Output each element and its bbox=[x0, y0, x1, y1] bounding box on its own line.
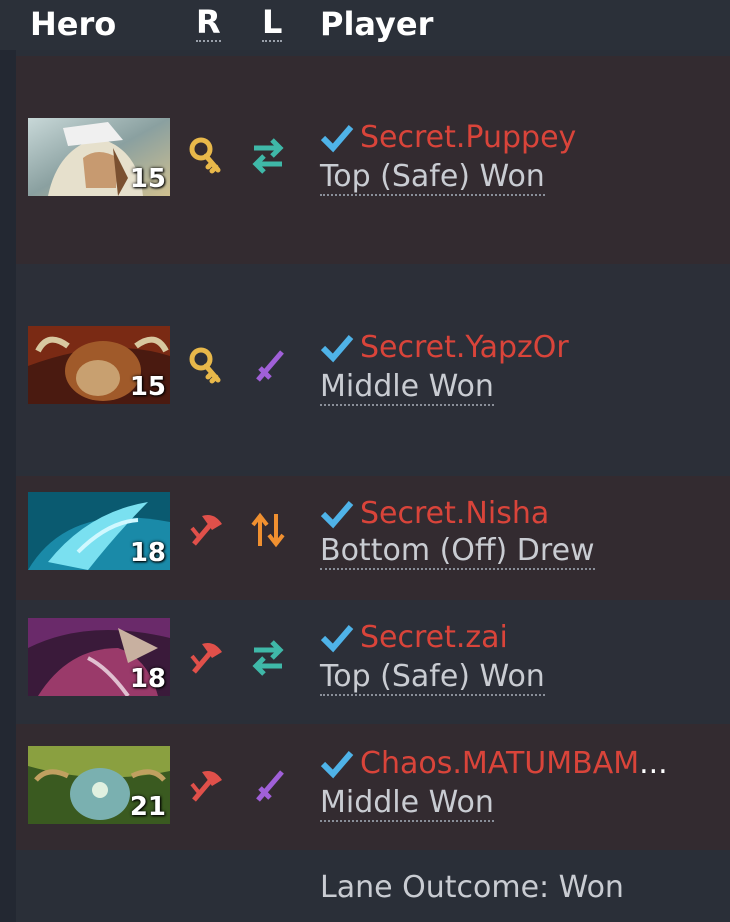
lane-result[interactable]: Top (Safe) Won bbox=[320, 660, 545, 696]
check-icon bbox=[320, 124, 354, 152]
header-role[interactable]: R bbox=[196, 4, 221, 42]
check-icon bbox=[320, 750, 354, 778]
lane-sword-icon bbox=[256, 770, 284, 802]
player-name-line: Secret.Puppey bbox=[320, 120, 576, 160]
hero-level: 15 bbox=[129, 164, 166, 194]
player-name-link[interactable]: Secret.YapzOr bbox=[360, 330, 569, 365]
lane-swap-icon bbox=[252, 640, 284, 676]
player-name-line: Secret.zai bbox=[320, 620, 508, 660]
check-icon bbox=[320, 624, 354, 652]
hero-level: 15 bbox=[129, 372, 166, 402]
header-lane[interactable]: L bbox=[262, 4, 283, 42]
table-header: Hero R L Player bbox=[0, 0, 730, 50]
support-key-icon bbox=[189, 137, 221, 174]
check-icon bbox=[320, 500, 354, 528]
lane-result[interactable]: Top (Safe) Won bbox=[320, 160, 545, 196]
table-row: 18 Secret.Nisha Bottom (Off) Drew bbox=[16, 476, 730, 600]
hero-level: 18 bbox=[129, 664, 166, 694]
player-name-line: Secret.Nisha bbox=[320, 496, 549, 536]
lane-sword-icon bbox=[256, 350, 284, 382]
check-icon bbox=[320, 334, 354, 362]
player-name-line: Secret.YapzOr bbox=[320, 330, 569, 370]
player-name-link[interactable]: Secret.zai bbox=[360, 620, 508, 655]
header-player[interactable]: Player bbox=[320, 4, 433, 44]
table-row: 21 Chaos.MATUMBAM... Middle Won bbox=[16, 724, 730, 850]
hero-portrait[interactable]: 15 bbox=[28, 118, 170, 196]
lane-result[interactable]: Middle Won bbox=[320, 370, 494, 406]
core-axe-icon bbox=[190, 515, 222, 546]
core-axe-icon bbox=[190, 771, 222, 802]
player-name-link[interactable]: Chaos.MATUMBAM bbox=[360, 746, 639, 781]
lane-result[interactable]: Middle Won bbox=[320, 786, 494, 822]
table-row: 18 Secret.zai Top (Safe) Won bbox=[16, 600, 730, 720]
left-gutter bbox=[0, 0, 16, 922]
lane-updown-icon bbox=[251, 512, 285, 548]
lane-swap-icon bbox=[252, 138, 284, 174]
core-axe-icon bbox=[190, 643, 222, 674]
player-name-link[interactable]: Secret.Puppey bbox=[360, 120, 576, 155]
hero-portrait[interactable]: 18 bbox=[28, 492, 170, 570]
lane-result[interactable]: Bottom (Off) Drew bbox=[320, 534, 595, 570]
hero-level: 21 bbox=[129, 792, 166, 822]
player-name-line: Chaos.MATUMBAM... bbox=[320, 746, 668, 786]
hero-level: 18 bbox=[129, 538, 166, 568]
table-row: 15 Secret.YapzOr Middle Won bbox=[16, 264, 730, 470]
header-hero[interactable]: Hero bbox=[30, 4, 116, 44]
truncation-ellipsis: ... bbox=[639, 746, 668, 781]
player-name-link[interactable]: Secret.Nisha bbox=[360, 496, 549, 531]
table-row: 15 Secret.Puppey Top (Safe) Won bbox=[16, 56, 730, 264]
support-key-icon bbox=[189, 347, 221, 384]
hero-portrait[interactable]: 15 bbox=[28, 326, 170, 404]
lane-outcome: Lane Outcome: Won bbox=[320, 870, 624, 905]
hero-portrait[interactable]: 18 bbox=[28, 618, 170, 696]
hero-portrait[interactable]: 21 bbox=[28, 746, 170, 824]
